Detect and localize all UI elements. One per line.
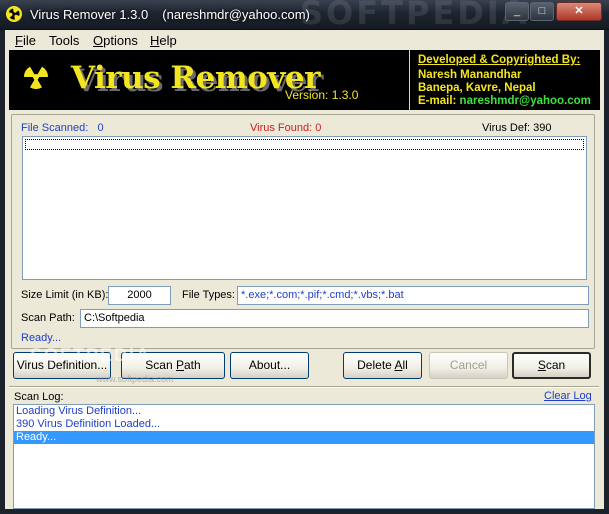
minimize-button[interactable]: _ [505,2,529,21]
app-banner: Virus Remover Version: 1.3.0 Developed &… [9,50,600,110]
window-title-email: (nareshmdr@yahoo.com) [162,7,310,22]
scan-button-key: S [537,358,546,372]
softpedia-watermark-url: www.softpedia.com [96,374,174,384]
menu-file-key: F [15,33,23,48]
delete-all-button-post: ll [402,358,408,372]
scan-panel: File Scanned: 0 Virus Found: 0 Virus Def… [11,114,595,349]
scan-button[interactable]: Scan [512,352,591,379]
scan-log-label: Scan Log: [14,391,64,403]
log-entry-selected[interactable]: Ready... [14,431,594,444]
file-types-input[interactable]: *.exe;*.com;*.pif;*.cmd;*.vbs;*.bat [237,286,589,305]
virus-found-label: Virus Found: [250,122,313,134]
delete-all-button-pre: Delete [357,358,395,372]
developer-location: Banepa, Kavre, Nepal [418,82,536,94]
window-title: Virus Remover 1.3.0 (nareshmdr@yahoo.com) [30,7,310,22]
file-types-label: File Types: [182,289,235,301]
log-divider [9,386,599,388]
menu-help-key: H [150,33,160,48]
menu-file-rest: ile [22,33,36,48]
menu-help-rest: elp [159,33,177,48]
menu-options-key: O [93,33,104,48]
developer-email-label: E-mail: [418,95,460,107]
developer-email-line: E-mail: nareshmdr@yahoo.com [418,95,591,107]
results-focus-rect [25,139,584,150]
scan-path-button-key: P [175,358,184,372]
softpedia-watermark: SOFTPEDIA [30,345,152,365]
title-watermark: SOFTPEDIA [300,0,530,32]
virus-def-value: 390 [533,122,552,134]
developer-heading: Developed & Copyrighted By: [418,54,581,66]
menu-tools[interactable]: Tools [49,33,79,48]
developer-info: Developed & Copyrighted By: Naresh Manan… [409,50,600,110]
scan-path-label: Scan Path: [21,312,75,324]
log-entry[interactable]: Loading Virus Definition... [14,405,594,418]
scan-results-list[interactable] [22,136,587,280]
status-text: Ready... [21,332,62,344]
window-title-name: Virus Remover 1.3.0 [30,7,149,22]
virus-def-label: Virus Def: [482,122,531,134]
close-button[interactable]: ✕ [556,2,602,21]
scan-log-list[interactable]: Loading Virus Definition... 390 Virus De… [13,404,595,509]
virus-found-value: 0 [315,122,322,134]
developer-email: nareshmdr@yahoo.com [459,95,591,107]
cancel-button[interactable]: Cancel [429,352,508,379]
developer-name: Naresh Manandhar [418,69,522,81]
menu-options-rest: ptions [103,33,138,48]
menu-file[interactable]: File [15,33,36,48]
title-bar[interactable]: Virus Remover 1.3.0 (nareshmdr@yahoo.com)… [0,0,609,32]
delete-all-button-key: A [394,358,403,372]
files-scanned-stat: File Scanned: 0 [21,122,104,134]
scan-path-input[interactable]: C:\Softpedia [80,309,589,328]
menu-tools-label: Tools [49,33,80,48]
banner-radiation-icon [23,66,49,89]
files-scanned-value: 0 [97,122,104,134]
app-version: Version: 1.3.0 [285,88,359,102]
menu-help[interactable]: Help [150,33,177,48]
about-button[interactable]: About... [230,352,309,379]
virus-found-stat: Virus Found: 0 [250,122,321,134]
app-title: Virus Remover [71,60,320,96]
size-limit-label: Size Limit (in KB): [21,289,109,301]
menu-bar: File Tools Options Help [5,30,604,50]
size-limit-input[interactable]: 2000 [108,286,171,305]
clear-log-link[interactable]: Clear Log [544,390,592,402]
scan-button-post: can [545,358,566,372]
files-scanned-label: File Scanned: [21,122,89,134]
radiation-icon [6,6,22,22]
maximize-button[interactable]: □ [530,2,554,21]
virus-def-stat: Virus Def: 390 [482,122,552,134]
log-entry[interactable]: 390 Virus Definition Loaded... [14,418,594,431]
menu-options[interactable]: Options [93,33,138,48]
delete-all-button[interactable]: Delete All [343,352,422,379]
scan-path-button-post: ath [184,358,201,372]
